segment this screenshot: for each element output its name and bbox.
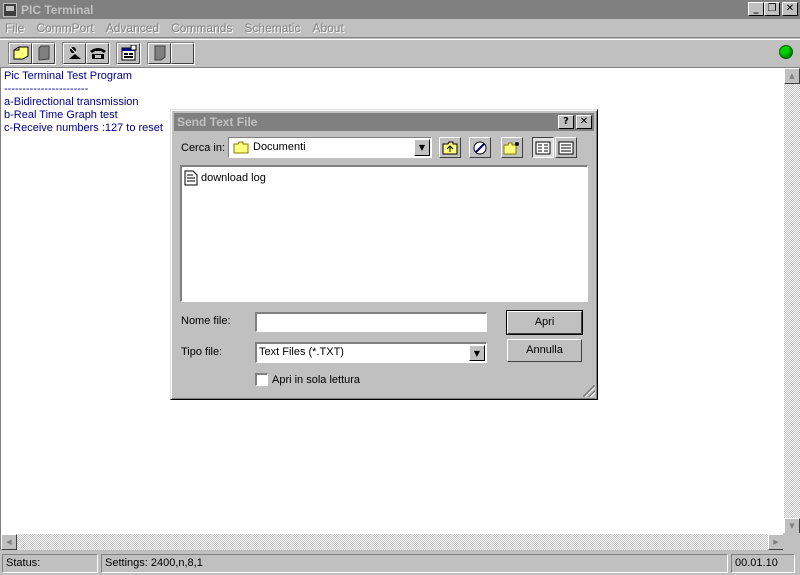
- toolbar-group-props: [116, 41, 141, 65]
- terminal-line: -----------------------: [4, 83, 89, 95]
- dialog-title: Send Text File: [177, 115, 258, 129]
- new-icon: [38, 45, 49, 61]
- terminal-line: a-Bidirectional transmission: [4, 96, 139, 108]
- properties-button[interactable]: [117, 42, 140, 64]
- app-icon[interactable]: [3, 2, 17, 17]
- look-in-label: Cerca in:: [181, 142, 226, 154]
- scroll-right-button[interactable]: ▶: [768, 534, 784, 550]
- dialog-title-bar[interactable]: Send Text File ? ✕: [174, 113, 594, 131]
- details-view-icon: [558, 141, 574, 154]
- scroll-down-button[interactable]: ▼: [784, 518, 800, 534]
- vertical-scrollbar[interactable]: ▲ ▼: [784, 68, 800, 534]
- toolbar: [0, 39, 800, 66]
- resize-grip-icon[interactable]: [583, 385, 595, 397]
- connect-icon: [68, 46, 81, 59]
- scrollbar-corner: [783, 533, 800, 550]
- document-button[interactable]: [148, 42, 171, 64]
- open-button[interactable]: Apri: [506, 310, 583, 335]
- connection-status-led-icon: [779, 45, 793, 59]
- title-bar[interactable]: PIC Terminal _ ❐ ✕: [0, 0, 800, 19]
- file-name: download log: [201, 172, 266, 184]
- open-button[interactable]: [9, 42, 32, 64]
- terminal-line: Pic Terminal Test Program: [4, 70, 132, 82]
- up-folder-icon: [442, 141, 458, 154]
- menu-file[interactable]: File: [0, 21, 30, 35]
- horizontal-scrollbar[interactable]: ◀ ▶: [1, 534, 784, 550]
- status-panel: Status:: [2, 553, 98, 573]
- up-one-level-button[interactable]: [439, 137, 461, 158]
- list-item[interactable]: download log: [184, 170, 266, 186]
- cancel-button[interactable]: Annulla: [507, 339, 582, 362]
- window-title: PIC Terminal: [21, 2, 94, 17]
- terminal-line: c-Receive numbers :127 to reset: [4, 122, 163, 134]
- document-icon: [154, 45, 165, 61]
- phone-icon: [89, 48, 106, 59]
- open-icon: [13, 46, 28, 60]
- help-button[interactable]: ?: [558, 115, 574, 129]
- look-in-value: Documenti: [253, 141, 306, 153]
- readonly-checkbox[interactable]: [255, 373, 268, 386]
- filename-label: Nome file:: [181, 315, 231, 327]
- minimize-button[interactable]: _: [748, 2, 764, 16]
- filename-input[interactable]: [255, 312, 487, 332]
- send-text-file-dialog: Send Text File ? ✕ Cerca in: Documenti ▼…: [170, 109, 598, 400]
- menu-commport[interactable]: CommPort: [30, 21, 99, 35]
- chevron-down-icon[interactable]: ▼: [414, 139, 430, 156]
- new-folder-icon: [503, 141, 519, 154]
- chevron-down-icon[interactable]: ▼: [469, 345, 485, 361]
- folder-icon: [233, 141, 249, 154]
- maximize-button[interactable]: ❐: [764, 2, 780, 16]
- menu-about[interactable]: About: [306, 21, 349, 35]
- new-button[interactable]: [32, 42, 55, 64]
- text-file-icon: [184, 170, 198, 186]
- close-button[interactable]: ✕: [782, 2, 798, 16]
- toolbar-group-file: [8, 41, 56, 65]
- blank-button[interactable]: [171, 42, 194, 64]
- filetype-label: Tipo file:: [181, 346, 223, 358]
- filetype-value: Text Files (*.TXT): [259, 346, 344, 358]
- file-list[interactable]: download log: [180, 165, 588, 302]
- connect-button[interactable]: [63, 42, 86, 64]
- filetype-select[interactable]: Text Files (*.TXT) ▼: [255, 342, 487, 363]
- properties-icon: [121, 45, 136, 61]
- look-in-combo[interactable]: Documenti ▼: [228, 137, 432, 158]
- time-panel: 00.01.10: [731, 553, 795, 573]
- new-folder-button[interactable]: [501, 137, 523, 158]
- phone-button[interactable]: [86, 42, 109, 64]
- menu-commands[interactable]: Commands: [165, 21, 238, 35]
- list-view-icon: [535, 141, 551, 154]
- status-bar: Status: Settings: 2400,n,8,1 00.01.10: [0, 551, 800, 575]
- readonly-label[interactable]: Apri in sola lettura: [272, 374, 360, 386]
- desktop-button[interactable]: [469, 137, 491, 158]
- toolbar-group-doc: [147, 41, 195, 65]
- menu-advanced[interactable]: Advanced: [100, 21, 165, 35]
- desktop-icon: [473, 141, 487, 154]
- terminal-line: b-Real Time Graph test: [4, 109, 118, 121]
- terminal-text: Pic Terminal Test Program --------------…: [4, 70, 163, 135]
- toolbar-group-connect: [62, 41, 110, 65]
- scroll-left-button[interactable]: ◀: [1, 534, 17, 550]
- menu-schematic[interactable]: Schematic: [238, 21, 306, 35]
- settings-panel: Settings: 2400,n,8,1: [101, 553, 728, 573]
- scroll-up-button[interactable]: ▲: [784, 68, 800, 84]
- menu-bar: File CommPort Advanced Commands Schemati…: [0, 19, 800, 38]
- details-view-button[interactable]: [555, 137, 577, 158]
- dialog-close-button[interactable]: ✕: [576, 115, 592, 129]
- list-view-button[interactable]: [532, 137, 554, 158]
